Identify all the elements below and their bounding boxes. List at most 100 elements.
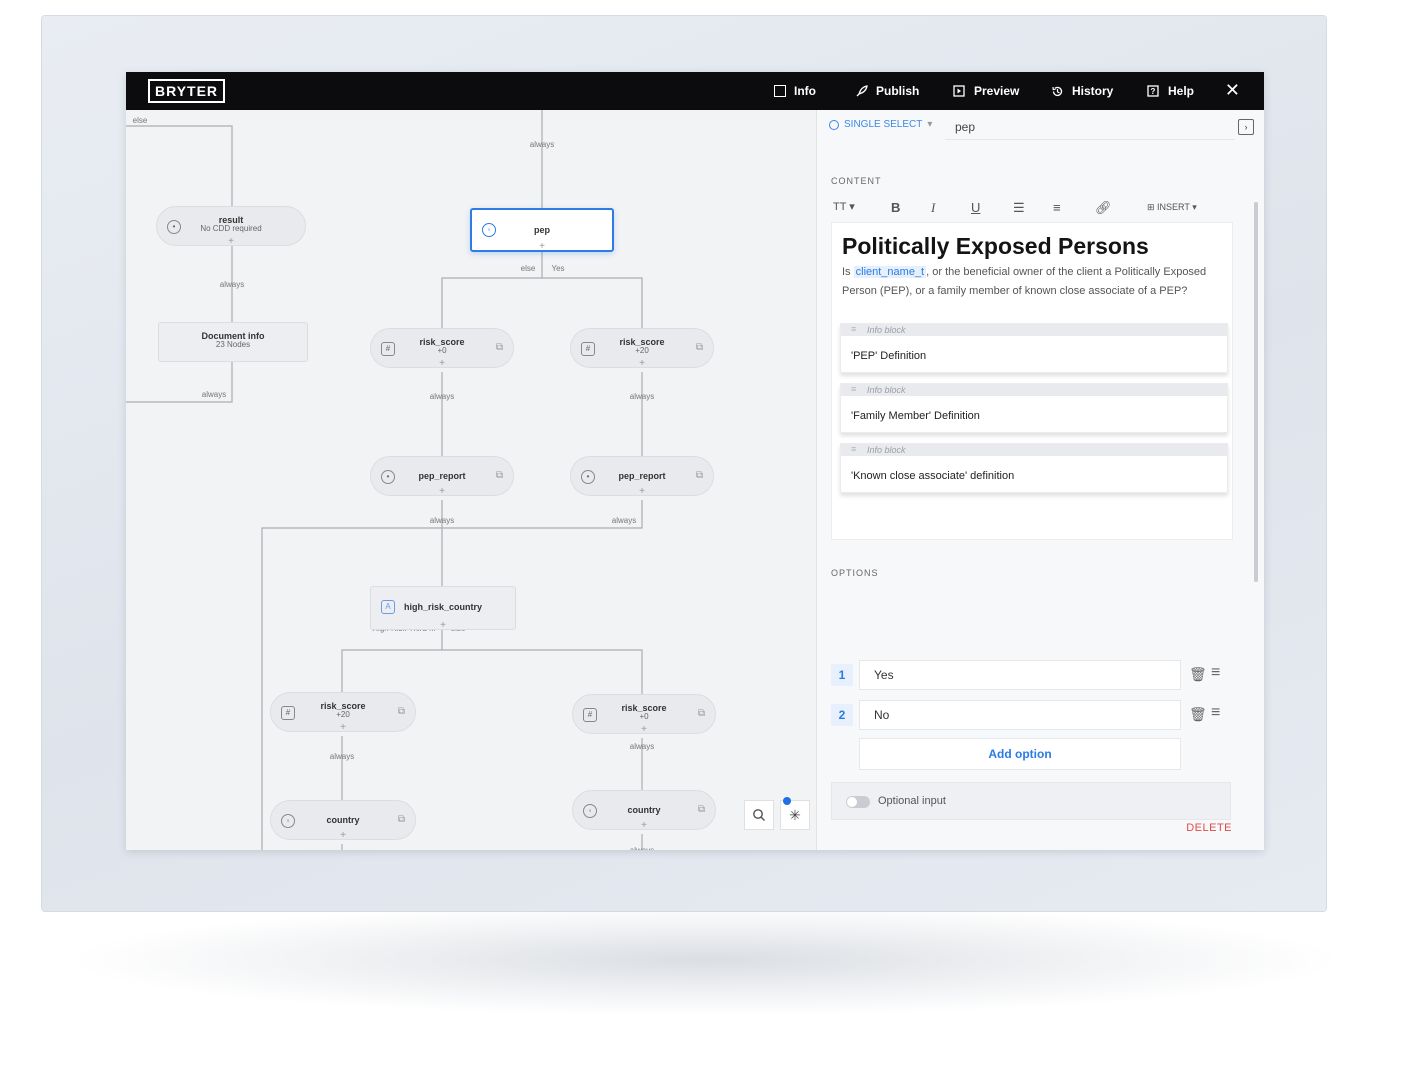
variable-chip[interactable]: client_name_t — [853, 266, 927, 278]
trash-icon[interactable]: 🗑︎ — [1189, 706, 1207, 723]
node-result[interactable]: • result No CDD required + — [156, 206, 306, 247]
edge-label: always — [329, 752, 355, 761]
node-risk-score-bottom-right[interactable]: # risk_score +0 ⧉ + — [572, 694, 716, 735]
add-node-icon[interactable]: + — [472, 241, 612, 252]
numbered-list-icon[interactable]: ≡ — [1053, 200, 1061, 215]
frame-shadow — [80, 905, 1330, 1015]
node-document-info[interactable]: Document info 23 Nodes — [158, 322, 308, 362]
bold-button[interactable]: B — [891, 200, 900, 215]
collapse-panel-button[interactable]: › — [1238, 119, 1254, 135]
node-risk-score-bottom-left[interactable]: # risk_score +20 ⧉ + — [270, 692, 416, 733]
add-node-icon[interactable]: + — [371, 486, 513, 497]
question-title: Politically Exposed Persons — [842, 233, 1149, 259]
trash-icon[interactable]: 🗑︎ — [1189, 666, 1207, 683]
nav-publish[interactable]: Publish — [854, 72, 919, 110]
add-node-icon[interactable]: + — [573, 820, 715, 831]
panel-scrollbar[interactable] — [1254, 202, 1258, 582]
node-type-dropdown[interactable]: SINGLE SELECT ▾ — [829, 119, 932, 130]
nav-history[interactable]: History — [1050, 72, 1113, 110]
close-icon[interactable]: ✕ — [1225, 80, 1240, 101]
option-number: 2 — [831, 704, 853, 726]
text-size-icon: TT — [833, 201, 847, 213]
copy-icon[interactable]: ⧉ — [398, 814, 405, 825]
node-risk-score-right[interactable]: # risk_score +20 ⧉ + — [570, 328, 714, 369]
option-input[interactable]: Yes — [859, 660, 1181, 690]
edge-label: always — [629, 742, 655, 751]
copy-icon[interactable]: ⧉ — [698, 804, 705, 815]
text-size-button[interactable]: TT ▾ — [833, 200, 855, 213]
node-pep-report-right[interactable]: • pep_report ⧉ + — [570, 456, 714, 497]
edge-label: always — [201, 390, 227, 399]
node-country-right[interactable]: ◦ country ⧉ + — [572, 790, 716, 831]
optional-input-row: Optional input — [831, 782, 1231, 820]
nav-info[interactable]: Info — [774, 72, 816, 110]
add-option-button[interactable]: Add option — [859, 738, 1181, 770]
search-button[interactable] — [744, 800, 774, 830]
center-view-button[interactable]: ✳ — [780, 797, 810, 830]
options-heading: OPTIONS — [831, 568, 879, 578]
node-pep-report-left[interactable]: • pep_report ⧉ + — [370, 456, 514, 497]
drag-handle-icon[interactable]: ≡ — [1211, 664, 1220, 682]
edge-label: else — [520, 264, 536, 273]
node-title: country — [326, 815, 360, 825]
optional-input-label: Optional input — [878, 795, 946, 807]
link-icon[interactable]: 🔗︎ — [1095, 200, 1112, 216]
underline-button[interactable]: U — [971, 200, 980, 215]
nav-help[interactable]: ? Help — [1146, 72, 1194, 110]
node-subtitle: No CDD required — [200, 224, 262, 233]
rocket-icon — [854, 84, 868, 98]
italic-button[interactable]: I — [931, 200, 935, 216]
question-text-part: Is — [842, 266, 854, 278]
option-row: 2 No 🗑︎ ≡ — [831, 700, 1231, 730]
copy-icon[interactable]: ⧉ — [496, 470, 503, 481]
add-node-icon[interactable]: + — [371, 358, 513, 369]
nav-preview[interactable]: Preview — [952, 72, 1019, 110]
insert-button[interactable]: ⊞ INSERT ▾ — [1147, 202, 1197, 213]
copy-icon[interactable]: ⧉ — [496, 342, 503, 353]
node-name-input[interactable] — [945, 114, 1235, 140]
add-node-icon[interactable]: + — [371, 620, 515, 631]
add-node-icon[interactable]: + — [571, 486, 713, 497]
insert-label: INSERT — [1157, 202, 1190, 212]
add-node-icon[interactable]: + — [271, 830, 415, 841]
square-icon — [774, 85, 786, 97]
rich-text-editor[interactable]: Politically Exposed Persons Is client_na… — [831, 222, 1233, 540]
add-node-icon[interactable]: + — [571, 358, 713, 369]
node-risk-score-left[interactable]: # risk_score +0 ⧉ + — [370, 328, 514, 369]
node-title: country — [627, 805, 661, 815]
bryter-logo: BRYTER — [148, 79, 226, 103]
node-title: pep_report — [418, 471, 466, 481]
edge-label: always — [429, 516, 455, 525]
copy-icon[interactable]: ⧉ — [698, 708, 705, 719]
add-node-icon[interactable]: + — [573, 724, 715, 735]
add-node-icon[interactable]: + — [157, 236, 305, 247]
info-block[interactable]: Info block 'Known close associate' defin… — [840, 443, 1228, 493]
node-subtitle: +0 — [437, 346, 447, 355]
delete-button[interactable]: DELETE — [1186, 822, 1232, 834]
node-pep[interactable]: ◦ pep + — [470, 208, 614, 252]
info-block[interactable]: Info block 'PEP' Definition — [840, 323, 1228, 373]
node-type-label: SINGLE SELECT — [844, 119, 923, 130]
history-icon — [1050, 84, 1064, 98]
node-high-risk-country[interactable]: A high_risk_country + — [370, 586, 516, 631]
nav-help-label: Help — [1168, 84, 1195, 98]
option-input[interactable]: No — [859, 700, 1181, 730]
node-subtitle: +0 — [639, 712, 649, 721]
properties-panel: SINGLE SELECT ▾ › CONTENT TT ▾ B I U ☰ ≡… — [816, 110, 1264, 850]
edge-label: always — [219, 280, 245, 289]
copy-icon[interactable]: ⧉ — [696, 470, 703, 481]
drag-handle-icon[interactable]: ≡ — [1211, 704, 1220, 722]
search-icon — [753, 809, 766, 822]
info-block-text: 'PEP' Definition — [851, 350, 927, 362]
copy-icon[interactable]: ⧉ — [696, 342, 703, 353]
node-subtitle: 23 Nodes — [215, 340, 251, 349]
add-node-icon[interactable]: + — [271, 722, 415, 733]
flow-canvas[interactable]: else always always always always always … — [126, 110, 816, 850]
info-block[interactable]: Info block 'Family Member' Definition — [840, 383, 1228, 433]
copy-icon[interactable]: ⧉ — [398, 706, 405, 717]
info-block-text: 'Family Member' Definition — [851, 410, 980, 422]
node-title: high_risk_country — [403, 602, 483, 612]
optional-input-toggle[interactable] — [846, 796, 870, 808]
node-country-left[interactable]: ◦ country ⧉ + — [270, 800, 416, 841]
bullet-list-icon[interactable]: ☰ — [1013, 200, 1025, 216]
